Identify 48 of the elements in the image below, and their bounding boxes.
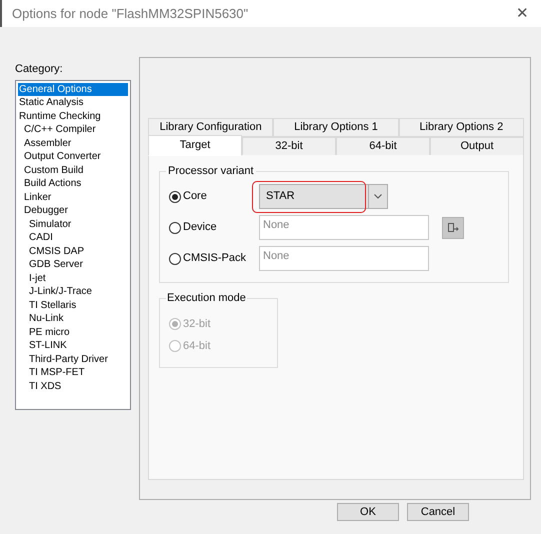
radio-label: Device	[183, 220, 217, 236]
category-item[interactable]: Debugger	[18, 204, 128, 218]
category-item[interactable]: Third-Party Driver	[18, 352, 128, 366]
category-item[interactable]: CADI	[18, 231, 128, 244]
tab[interactable]: Output	[430, 137, 524, 156]
category-item[interactable]: Build Actions	[18, 177, 128, 190]
category-item[interactable]: Linker	[18, 190, 128, 204]
cancel-button[interactable]: Cancel	[407, 503, 469, 521]
category-item[interactable]: Output Converter	[18, 150, 128, 164]
category-item[interactable]: TI MSP-FET	[18, 366, 128, 380]
category-item[interactable]: GDB Server	[18, 258, 128, 272]
input-field[interactable]: None	[259, 246, 429, 271]
radio-button[interactable]	[169, 222, 181, 234]
category-item[interactable]: Nu-Link	[18, 312, 128, 326]
category-item[interactable]: Runtime Checking	[18, 110, 128, 123]
tab[interactable]: Library Options 2	[398, 118, 524, 137]
tab[interactable]: 32-bit	[242, 137, 336, 156]
tab[interactable]: Target	[148, 135, 242, 156]
radio-label: CMSIS-Pack	[183, 251, 246, 266]
category-item[interactable]: J-Link/J-Trace	[18, 285, 128, 298]
tab[interactable]: Library Configuration	[148, 118, 274, 137]
category-item[interactable]: I-jet	[18, 272, 128, 285]
input-field[interactable]: None	[259, 215, 429, 240]
category-item[interactable]: General Options	[18, 82, 128, 96]
dropdown-value: STAR	[265, 189, 296, 204]
category-item[interactable]: Static Analysis	[18, 96, 128, 110]
category-label: Category:	[15, 62, 64, 77]
category-item[interactable]: TI Stellaris	[18, 298, 128, 312]
category-item[interactable]: PE micro	[18, 326, 128, 339]
radio-label: 64-bit	[183, 338, 211, 354]
tab[interactable]: 64-bit	[336, 137, 430, 156]
radio-button[interactable]	[169, 190, 181, 202]
ok-button[interactable]: OK	[337, 503, 399, 521]
category-item[interactable]: C/C++ Compiler	[18, 123, 128, 136]
close-button[interactable]: ✕	[516, 6, 529, 21]
category-item[interactable]: CMSIS DAP	[18, 244, 128, 258]
category-item[interactable]: Assembler	[18, 136, 128, 150]
radio-button[interactable]	[169, 252, 181, 264]
radio-label: 32-bit	[183, 316, 211, 332]
category-item[interactable]: TI XDS	[18, 380, 128, 393]
browse-button[interactable]	[442, 216, 464, 238]
tab[interactable]: Library Options 1	[273, 118, 399, 137]
category-item[interactable]: Custom Build	[18, 164, 128, 177]
window-title: Options for node "FlashMM32SPIN5630"	[12, 4, 248, 23]
category-item[interactable]: Simulator	[18, 218, 128, 231]
radio-label: Core	[183, 189, 207, 204]
device-icon	[447, 222, 459, 233]
category-item[interactable]: ST-LINK	[18, 339, 128, 352]
